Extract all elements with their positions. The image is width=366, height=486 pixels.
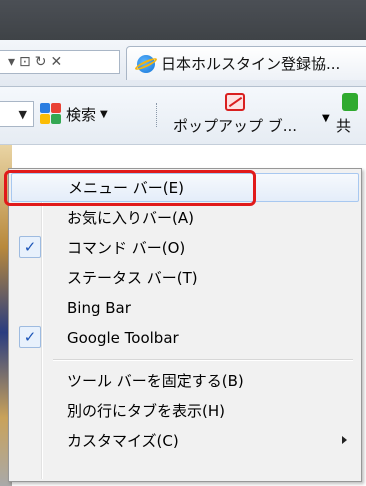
refresh-icon[interactable]: ↻: [35, 53, 47, 71]
menu-item-customize[interactable]: カスタマイズ(C): [11, 426, 359, 455]
chevron-down-icon[interactable]: ▼: [322, 113, 330, 124]
menu-separator: [53, 359, 353, 361]
share-icon: [342, 93, 358, 111]
stop-icon[interactable]: ✕: [51, 53, 63, 71]
menu-item-command-bar[interactable]: ✓ コマンド バー(O): [11, 233, 359, 262]
checkmark-icon: ✓: [19, 326, 41, 348]
menu-item-label: カスタマイズ(C): [67, 432, 179, 450]
menu-item-lock-toolbars[interactable]: ツール バーを固定する(B): [11, 366, 359, 395]
toolbar-separator: [156, 103, 157, 127]
toolbar-dropdown[interactable]: ▼: [0, 101, 34, 127]
checkmark-icon: ✓: [19, 236, 41, 258]
search-label: 検索: [66, 105, 97, 124]
browser-tab[interactable]: 日本ホルスタイン登録協...: [126, 46, 366, 80]
menu-item-label: Google Toolbar: [67, 328, 179, 347]
menu-item-google-toolbar[interactable]: ✓ Google Toolbar: [11, 323, 359, 352]
highlight-annotation: [4, 170, 256, 206]
compatibility-view-icon[interactable]: ⊡: [19, 53, 31, 71]
submenu-arrow-icon: [342, 436, 347, 444]
command-bar: ▼ 検索 ▼ ポップアップ ブ... ▼ 共: [0, 87, 366, 145]
menu-item-label: ステータス バー(T): [67, 269, 198, 287]
menu-item-label: ツール バーを固定する(B): [67, 372, 244, 390]
menu-item-bing-bar[interactable]: Bing Bar: [11, 293, 359, 322]
window-titlebar: [0, 0, 366, 40]
share-label: 共: [336, 117, 352, 135]
address-bar: ▾ ⊡ ↻ ✕ 日本ホルスタイン登録協...: [0, 40, 366, 87]
address-controls: ▾ ⊡ ↻ ✕: [0, 50, 120, 74]
menu-item-label: 別の行にタブを表示(H): [67, 402, 225, 420]
menu-item-favorites-bar[interactable]: お気に入りバー(A): [11, 203, 359, 232]
chevron-down-icon: ▼: [18, 107, 27, 121]
menu-item-tabs-on-separate-row[interactable]: 別の行にタブを表示(H): [11, 396, 359, 425]
tab-title: 日本ホルスタイン登録協...: [161, 55, 341, 73]
menu-item-label: お気に入りバー(A): [67, 209, 194, 227]
popup-blocker-button[interactable]: ポップアップ ブ...: [165, 93, 305, 139]
menu-item-label: Bing Bar: [67, 298, 131, 317]
popup-blocker-label: ポップアップ ブ...: [172, 117, 298, 135]
popup-blocker-icon: [225, 93, 245, 111]
share-button[interactable]: 共: [336, 93, 366, 139]
search-button[interactable]: 検索 ▼: [40, 101, 108, 127]
toolbars-context-menu: メニュー バー(E) お気に入りバー(A) ✓ コマンド バー(O) ステータス…: [8, 168, 362, 482]
google-search-icon: [40, 103, 62, 125]
menu-item-status-bar[interactable]: ステータス バー(T): [11, 263, 359, 292]
chevron-down-icon: ▼: [100, 108, 108, 120]
ie-icon: [137, 54, 155, 73]
menu-item-label: コマンド バー(O): [67, 239, 186, 257]
dropdown-arrow-icon[interactable]: ▾: [8, 53, 15, 71]
